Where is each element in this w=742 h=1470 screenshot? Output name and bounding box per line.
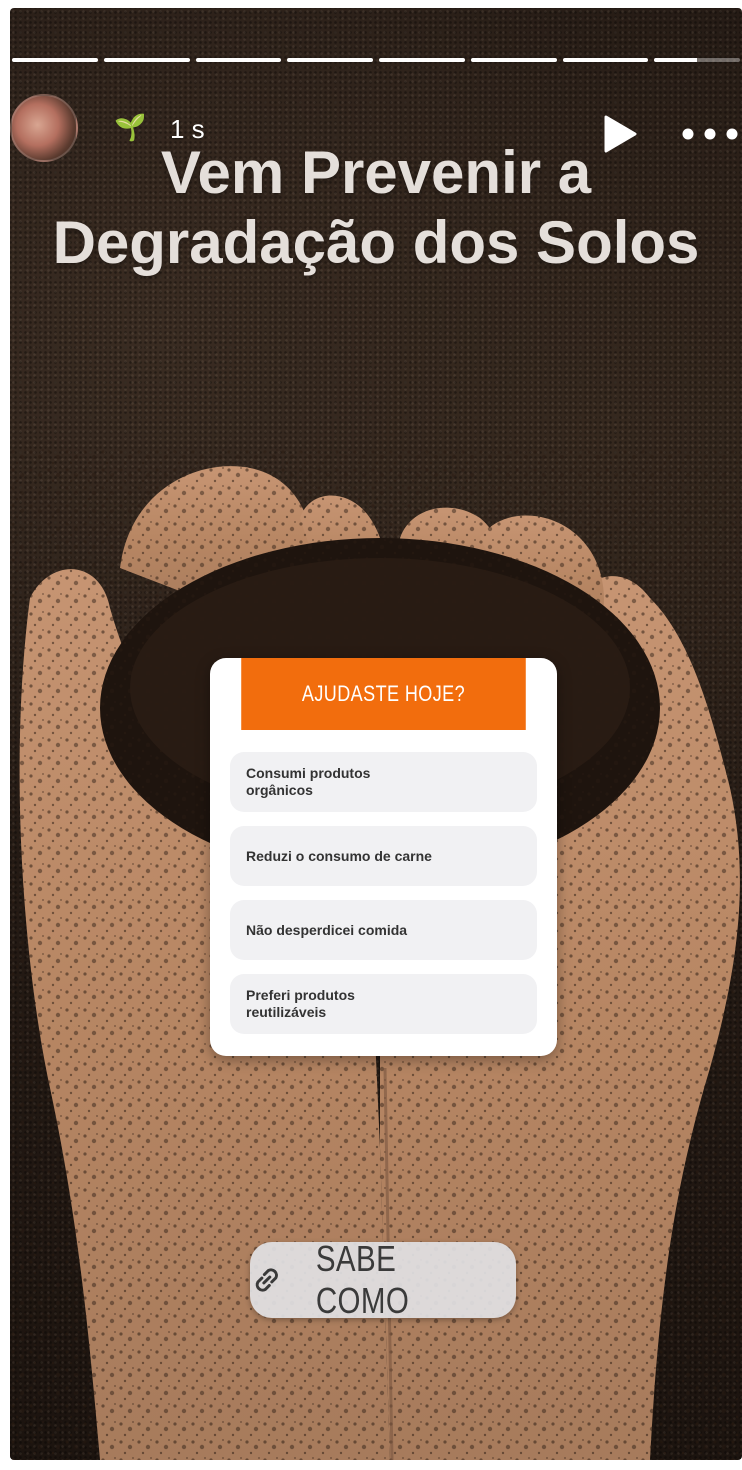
progress-segment [287, 58, 373, 62]
link-icon [255, 1268, 278, 1292]
progress-segment [103, 58, 190, 62]
poll-option[interactable]: Reduzi o consumo de carne [230, 826, 537, 886]
progress-segment [654, 58, 740, 62]
quiz-poll-sticker: AJUDASTE HOJE? Consumi produtos orgânico… [210, 658, 557, 1056]
link-label: SABE COMO [315, 1238, 409, 1321]
progress-segment [470, 58, 557, 62]
poll-option-label: Reduzi o consumo de carne [246, 847, 432, 864]
poll-option[interactable]: Preferi produtos reutilizáveis [230, 974, 537, 1034]
progress-segment [12, 58, 98, 62]
story-title: Vem Prevenir a Degradação dos Solos [52, 139, 700, 276]
poll-options: Consumi produtos orgânicos Reduzi o cons… [210, 730, 557, 1034]
progress-segment [379, 58, 465, 62]
poll-option[interactable]: Não desperdicei comida [230, 900, 537, 960]
poll-option-label: Consumi produtos orgânicos [246, 765, 371, 798]
story-frame: 🌱 1 s Vem Prevenir a Degradação dos Solo… [10, 8, 742, 1460]
progress-segment [562, 58, 649, 62]
poll-option-label: Preferi produtos reutilizáveis [246, 987, 355, 1020]
story-progress-bar [10, 58, 742, 62]
poll-question: AJUDASTE HOJE? [241, 658, 526, 730]
link-sticker[interactable]: SABE COMO [250, 1238, 516, 1321]
poll-option[interactable]: Consumi produtos orgânicos [230, 752, 537, 812]
progress-segment [195, 58, 282, 62]
poll-option-label: Não desperdicei comida [246, 921, 408, 938]
